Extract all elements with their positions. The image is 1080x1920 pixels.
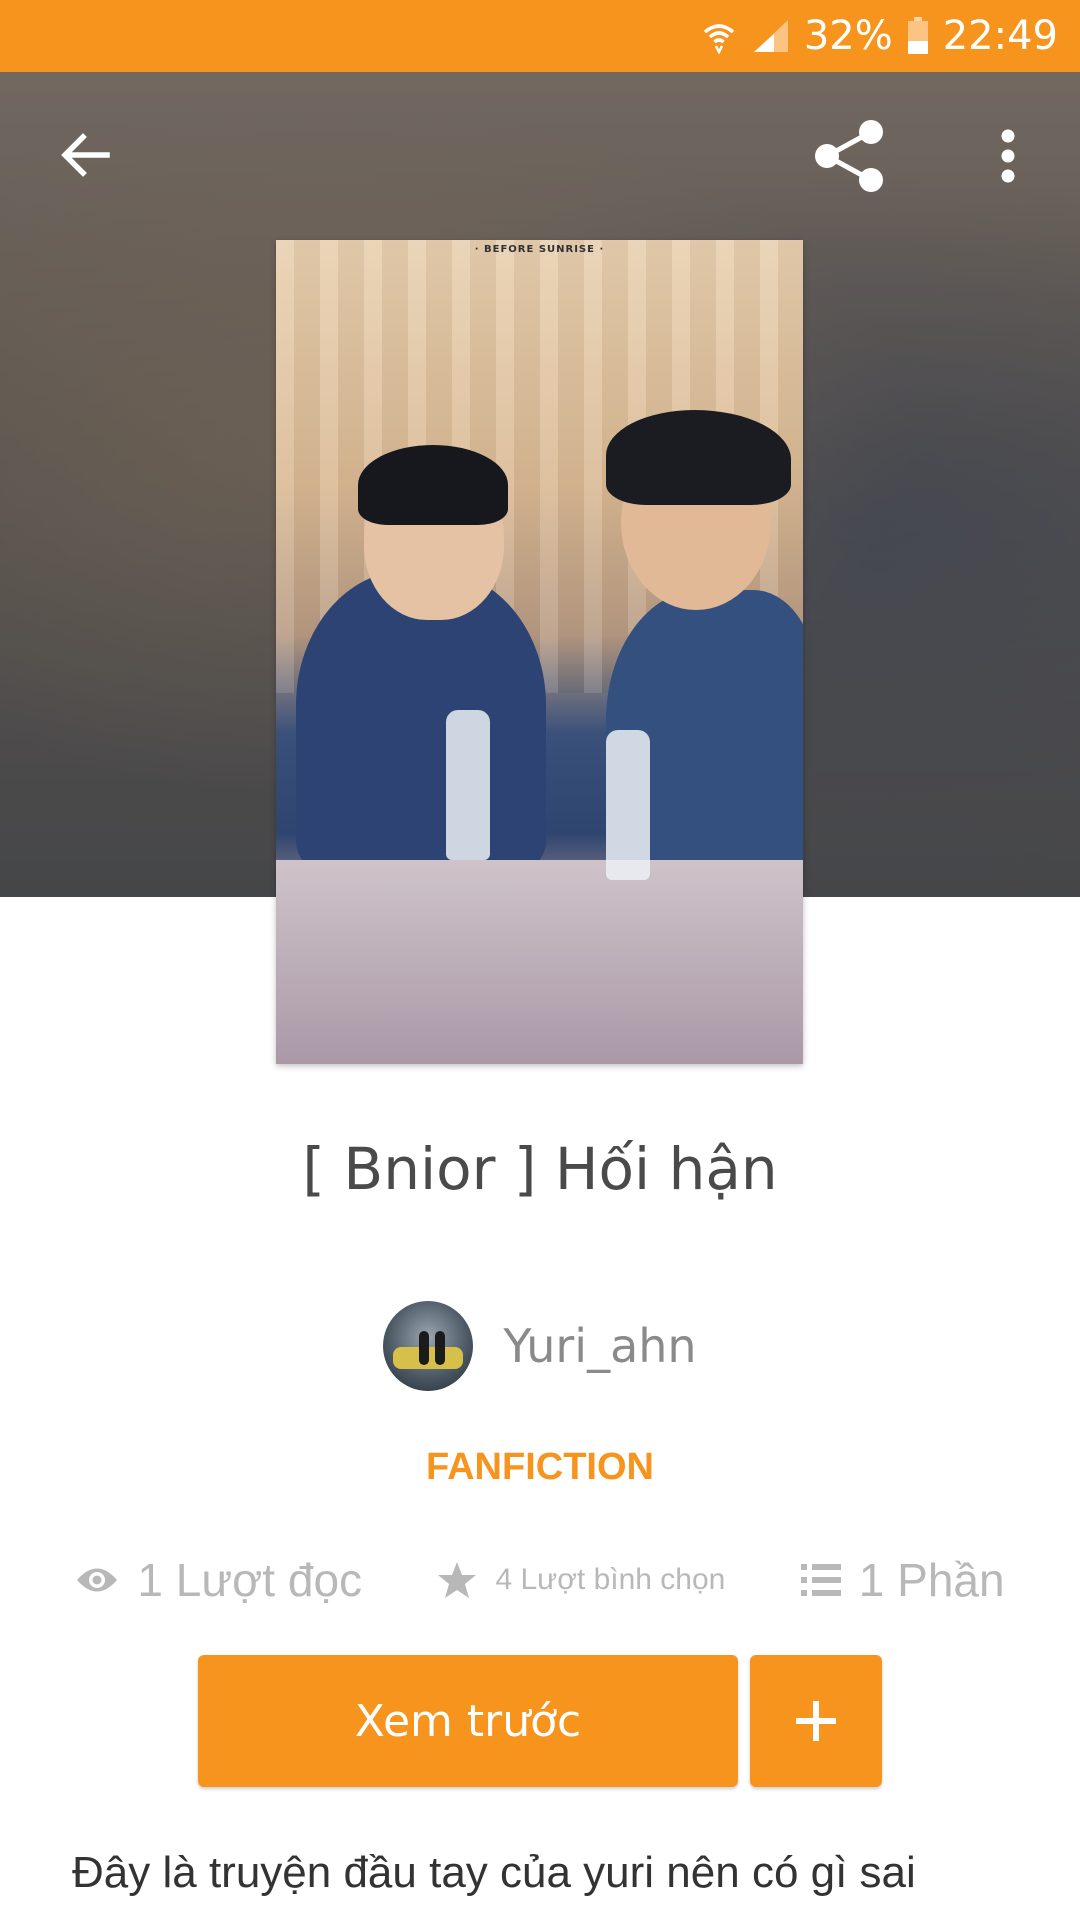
reads-stat: 1 Lượt đọc — [75, 1553, 362, 1607]
back-button[interactable] — [50, 120, 120, 190]
list-icon — [800, 1564, 841, 1596]
back-arrow-icon — [61, 133, 110, 177]
votes-count: 4 Lượt bình chọn — [495, 1563, 726, 1596]
parts-count: 1 Phần — [858, 1554, 1005, 1606]
battery-icon — [907, 17, 929, 55]
eye-icon — [77, 1568, 118, 1592]
cover-bottle — [606, 730, 650, 880]
battery-percent: 32% — [803, 13, 893, 59]
parts-stat[interactable]: 1 Phần — [800, 1553, 1005, 1607]
author-avatar[interactable] — [383, 1301, 474, 1391]
wifi-icon — [702, 18, 736, 54]
avatar-figure — [435, 1331, 446, 1365]
story-stats: 1 Lượt đọc 4 Lượt bình chọn 1 Phần — [0, 1548, 1080, 1612]
cover-table — [276, 860, 803, 1064]
votes-stat: 4 Lượt bình chọn — [437, 1560, 725, 1600]
story-title: [ Bnior ] Hối hận — [302, 1135, 778, 1203]
action-buttons: Xem trước — [198, 1655, 882, 1787]
author-name[interactable]: Yuri_ahn — [503, 1319, 696, 1373]
share-button[interactable] — [810, 118, 890, 194]
cover-hair-left — [358, 445, 508, 525]
more-vert-icon — [1001, 129, 1015, 183]
star-icon — [438, 1562, 477, 1598]
cover-bottle — [446, 710, 490, 860]
author-row[interactable]: Yuri_ahn — [0, 1300, 1080, 1392]
share-icon — [815, 120, 883, 192]
signal-icon — [750, 18, 790, 54]
story-cover-image[interactable]: · BEFORE SUNRISE · — [276, 240, 803, 1064]
add-to-library-button[interactable] — [750, 1655, 882, 1787]
cover-hair-right — [606, 410, 791, 505]
avatar-figure — [419, 1331, 430, 1365]
status-bar: 32% 22:49 — [0, 0, 1080, 72]
story-description: Đây là truyện đầu tay của yuri nên có gì… — [72, 1848, 916, 1897]
reads-count: 1 Lượt đọc — [137, 1554, 363, 1606]
plus-icon — [796, 1701, 836, 1741]
cover-caption: · BEFORE SUNRISE · — [474, 244, 605, 255]
more-options-button[interactable] — [980, 120, 1036, 192]
preview-button[interactable]: Xem trước — [198, 1655, 738, 1787]
clock: 22:49 — [942, 13, 1058, 59]
preview-button-label: Xem trước — [354, 1695, 582, 1747]
story-category[interactable]: FANFICTION — [0, 1446, 1080, 1489]
